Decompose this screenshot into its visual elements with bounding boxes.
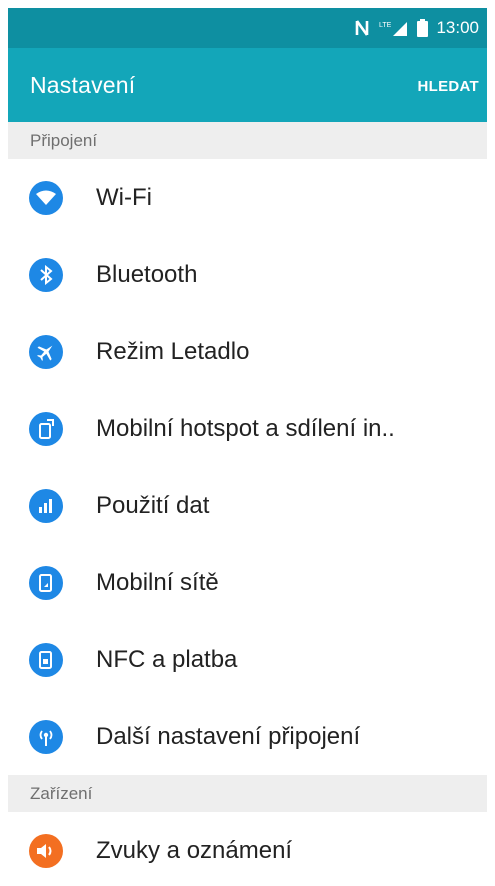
settings-item-label: Mobilní hotspot a sdílení in.. — [96, 414, 395, 442]
settings-screen: LTE 13:00 Nastavení HLEDAT Připojení Wi-… — [8, 8, 487, 886]
settings-item-label: Režim Letadlo — [96, 337, 250, 365]
settings-item-label: Wi-Fi — [96, 183, 152, 211]
search-button[interactable]: HLEDAT — [417, 78, 479, 95]
settings-item-airplane-mode[interactable]: Režim Letadlo — [8, 313, 487, 390]
settings-item-label: Další nastavení připojení — [96, 722, 361, 750]
settings-item-label: Zvuky a oznámení — [96, 836, 293, 864]
settings-item-label: Bluetooth — [96, 260, 198, 288]
app-bar: Nastavení HLEDAT — [8, 48, 487, 122]
sound-icon — [29, 833, 63, 868]
nfc-icon — [355, 19, 371, 37]
hotspot-icon — [29, 411, 63, 446]
nfc-payment-icon — [29, 642, 63, 677]
settings-item-data-usage[interactable]: Použití dat — [8, 467, 487, 544]
settings-item-more-connection[interactable]: Další nastavení připojení — [8, 698, 487, 775]
status-bar: LTE 13:00 — [8, 8, 487, 48]
settings-item-label: Mobilní sítě — [96, 568, 219, 596]
settings-item-bluetooth[interactable]: Bluetooth — [8, 236, 487, 313]
settings-item-sounds[interactable]: Zvuky a oznámení — [8, 812, 487, 886]
section-header-device: Zařízení — [8, 775, 487, 812]
settings-item-wifi[interactable]: Wi-Fi — [8, 159, 487, 236]
page-title: Nastavení — [30, 72, 136, 98]
settings-item-nfc-payment[interactable]: NFC a platba — [8, 621, 487, 698]
bluetooth-icon — [29, 257, 63, 292]
battery-icon — [417, 19, 429, 37]
data-usage-icon — [29, 488, 63, 523]
more-connection-icon — [29, 719, 63, 754]
settings-item-mobile-networks[interactable]: Mobilní sítě — [8, 544, 487, 621]
status-time: 13:00 — [436, 18, 479, 37]
section-header-connections: Připojení — [8, 122, 487, 159]
settings-item-label: Použití dat — [96, 491, 210, 519]
lte-signal-icon: LTE — [379, 19, 409, 37]
airplane-icon — [29, 334, 63, 369]
wifi-icon — [29, 180, 63, 215]
svg-text:LTE: LTE — [379, 22, 392, 29]
settings-item-hotspot[interactable]: Mobilní hotspot a sdílení in.. — [8, 390, 487, 467]
status-icons: LTE 13:00 — [355, 17, 479, 39]
settings-item-label: NFC a platba — [96, 645, 238, 673]
mobile-networks-icon — [29, 565, 63, 600]
